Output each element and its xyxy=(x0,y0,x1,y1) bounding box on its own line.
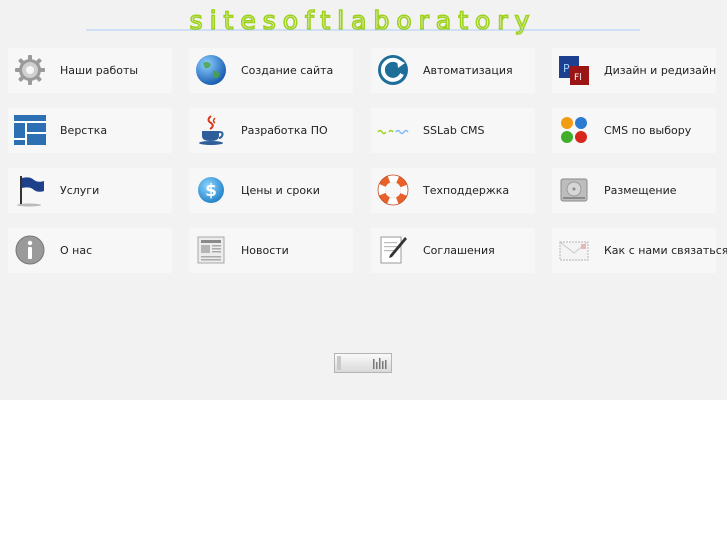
svg-text:sitesoftlaboratory: sitesoftlaboratory xyxy=(190,8,537,35)
envelope-icon xyxy=(557,233,591,267)
hard-drive-icon xyxy=(557,173,591,207)
counter-graph-icon xyxy=(337,356,387,370)
menu-item-label: Услуги xyxy=(60,184,100,197)
visit-counter-badge[interactable] xyxy=(334,353,392,373)
menu-item-label: SSLab CMS xyxy=(423,124,485,137)
menu-item-label: Разработка ПО xyxy=(241,124,328,137)
menu-item-label: Как с нами связаться xyxy=(604,244,727,257)
globe-icon xyxy=(194,53,228,87)
menu-item-software-dev[interactable]: Разработка ПО xyxy=(189,108,353,153)
menu-item-hosting[interactable]: Размещение xyxy=(552,168,716,213)
menu-item-label: О нас xyxy=(60,244,93,257)
menu-item-label: Наши работы xyxy=(60,64,139,77)
gear-icon xyxy=(13,53,47,87)
newspaper-icon xyxy=(194,233,228,267)
menu-item-support[interactable]: Техподдержка xyxy=(371,168,535,213)
menu-item-label: Создание сайта xyxy=(241,64,334,77)
java-cup-icon xyxy=(194,113,228,147)
menu-item-label: Новости xyxy=(241,244,289,257)
menu-item-site-creation[interactable]: Создание сайта xyxy=(189,48,353,93)
menu-item-label: Дизайн и редизайн xyxy=(604,64,717,77)
svg-text:Fl: Fl xyxy=(574,73,582,83)
menu-item-label: Цены и сроки xyxy=(241,184,320,197)
menu-item-label: CMS по выбору xyxy=(604,124,692,137)
document-pen-icon xyxy=(376,233,410,267)
menu-item-markup[interactable]: Верстка xyxy=(8,108,172,153)
logo-wordmark: sitesoftlaboratory xyxy=(86,5,640,36)
menu-item-label: Соглашения xyxy=(423,244,495,257)
menu-item-agreements[interactable]: Соглашения xyxy=(371,228,535,273)
menu-item-design[interactable]: Ps Fl Дизайн и редизайн xyxy=(552,48,716,93)
menu-item-news[interactable]: Новости xyxy=(189,228,353,273)
menu-item-label: Техподдержка xyxy=(423,184,510,197)
menu-item-services[interactable]: Услуги xyxy=(8,168,172,213)
layout-grid-icon xyxy=(13,113,47,147)
site-logo[interactable]: sitesoftlaboratory xyxy=(84,5,642,38)
menu-item-cms-choice[interactable]: CMS по выбору xyxy=(552,108,716,153)
menu-item-portfolio[interactable]: Наши работы xyxy=(8,48,172,93)
adobe-ps-fl-icon: Ps Fl xyxy=(557,53,591,87)
content-area: sitesoftlaboratory Наши работы Создание … xyxy=(0,0,727,400)
menu-item-label: Размещение xyxy=(604,184,677,197)
lifebuoy-icon xyxy=(376,173,410,207)
sslab-cms-icon xyxy=(376,113,410,147)
menu-item-prices[interactable]: $ Цены и сроки xyxy=(189,168,353,213)
dollar-coin-icon: $ xyxy=(194,173,228,207)
menu-item-label: Верстка xyxy=(60,124,108,137)
menu-item-contacts[interactable]: Как с нами связаться xyxy=(552,228,727,273)
menu-item-about[interactable]: О нас xyxy=(8,228,172,273)
joomla-icon xyxy=(557,113,591,147)
menu-item-label: Автоматизация xyxy=(423,64,513,77)
menu-item-automation[interactable]: Автоматизация xyxy=(371,48,535,93)
refresh-icon xyxy=(376,53,410,87)
flag-icon xyxy=(13,173,47,207)
info-icon xyxy=(13,233,47,267)
menu-item-sslab-cms[interactable]: SSLab CMS xyxy=(371,108,535,153)
svg-text:$: $ xyxy=(205,181,217,201)
